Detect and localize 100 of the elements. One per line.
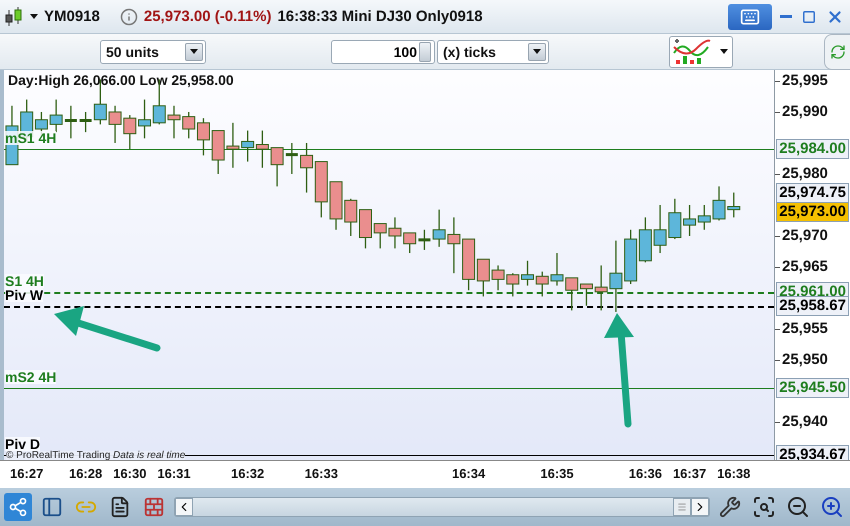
price-tick: 25,950: [782, 350, 828, 369]
time-tick: 16:30: [113, 466, 146, 481]
candlestick: [241, 130, 254, 162]
candlestick: [212, 130, 225, 174]
candlestick: [492, 265, 505, 290]
minimize-button[interactable]: [778, 15, 794, 18]
minimize-icon: [780, 15, 792, 18]
level-label: S1 4H: [5, 274, 44, 288]
price-tick: 25,990: [782, 102, 828, 121]
candlestick: [712, 186, 726, 220]
brick-wall-icon: [143, 496, 165, 518]
share-button[interactable]: [4, 493, 32, 521]
candlestick: [624, 230, 638, 284]
candlestick: [270, 147, 284, 186]
candlestick: [123, 115, 136, 150]
candlestick: [300, 142, 314, 193]
horizontal-scrollbar[interactable]: [174, 497, 710, 517]
candlestick: [182, 112, 196, 138]
time-tick: 16:34: [452, 466, 486, 481]
time-tick: 16:37: [672, 466, 706, 481]
ticks-field[interactable]: 100: [331, 40, 435, 64]
info-icon[interactable]: [120, 8, 138, 26]
grip-icon: [677, 502, 687, 512]
indicator-chart-icon: [672, 38, 712, 64]
candlestick: [80, 112, 92, 132]
candlestick: [476, 258, 490, 296]
zoom-out-icon: [786, 495, 810, 519]
time-tick: 16:27: [10, 466, 44, 481]
candlestick: [683, 204, 696, 236]
copyright-notice: © ProRealTime Trading Data is real time: [6, 451, 186, 460]
price-label: 25,958.67: [776, 296, 849, 316]
candlestick: [256, 130, 269, 168]
candlestick: [668, 198, 682, 240]
candlestick: [418, 230, 430, 250]
caret-icon: [720, 49, 728, 54]
last-price-label: 25,973.00: [776, 202, 849, 222]
level-label: Piv D: [5, 437, 40, 452]
instrument-description: 16:38:33 Mini DJ30 Only0918: [277, 8, 483, 25]
spinner-icon[interactable]: [419, 42, 431, 62]
caret-icon: [190, 49, 198, 54]
time-tick: 16:28: [68, 466, 102, 481]
document-icon: [109, 496, 131, 518]
scroll-right-button[interactable]: [691, 498, 709, 516]
units-dropdown[interactable]: 50 units: [100, 40, 206, 64]
candlestick: [108, 106, 122, 143]
candlestick: [462, 238, 476, 290]
price-tick: 25,940: [782, 412, 828, 431]
indicators-button[interactable]: [669, 36, 733, 68]
time-tick: 16:32: [231, 466, 264, 481]
price-change: 25,973.00 (-0.11%): [144, 8, 272, 25]
price-label: 25,945.50: [776, 378, 849, 398]
candlestick: [64, 106, 77, 138]
candlestick: [521, 260, 534, 286]
refresh-tab[interactable]: [824, 34, 850, 70]
share-icon: [8, 497, 28, 517]
ticks-dropdown[interactable]: (x) ticks: [437, 40, 549, 64]
quote-price-label: 25,974.75: [776, 183, 849, 203]
candlestick: [359, 209, 372, 248]
candlestick: [388, 217, 402, 248]
price-tick: 25,955: [782, 320, 828, 338]
price-label: 25,984.00: [776, 139, 849, 160]
symbol-name[interactable]: YM0918: [44, 8, 100, 25]
candlestick: [226, 122, 240, 168]
scroll-thumb[interactable]: [673, 498, 691, 516]
panel-icon: [41, 496, 63, 518]
price-tick: 25,970: [782, 226, 828, 245]
wrench-icon: [719, 496, 741, 518]
candlestick: [654, 204, 667, 254]
candlestick-icon: [4, 6, 24, 28]
candlestick: [374, 223, 387, 248]
candlestick: [727, 192, 740, 218]
candlestick: [698, 204, 711, 230]
time-tick: 16:35: [540, 466, 574, 481]
candlestick: [344, 198, 358, 236]
scroll-left-button[interactable]: [175, 498, 193, 516]
candlestick: [196, 118, 210, 156]
time-tick: 16:31: [157, 466, 191, 481]
candlestick: [50, 100, 63, 132]
zoom-in-icon: [820, 495, 844, 519]
candlestick: [403, 232, 416, 254]
zoom-fit-icon: [752, 495, 776, 519]
day-high-low: Day:High 26,066.00 Low 25,958.00: [8, 72, 234, 88]
candlestick: [506, 273, 520, 296]
price-tick: 25,995: [782, 72, 828, 90]
candlestick: [138, 100, 152, 138]
candlestick: [314, 161, 328, 218]
price-tick: 25,965: [782, 258, 828, 276]
level-label: mS1 4H: [5, 131, 56, 146]
candlestick: [286, 142, 298, 174]
time-tick: 16:38: [717, 466, 750, 481]
candlestick: [550, 253, 564, 286]
caret-icon: [30, 14, 38, 19]
candlestick: [638, 217, 652, 262]
level-label: mS2 4H: [5, 370, 56, 384]
keyboard-button[interactable]: [728, 4, 772, 30]
caret-icon: [533, 49, 541, 54]
keyboard-icon: [740, 6, 760, 26]
level-label: Piv W: [5, 288, 44, 302]
maximize-button[interactable]: [800, 10, 818, 24]
refresh-icon: [830, 44, 846, 60]
